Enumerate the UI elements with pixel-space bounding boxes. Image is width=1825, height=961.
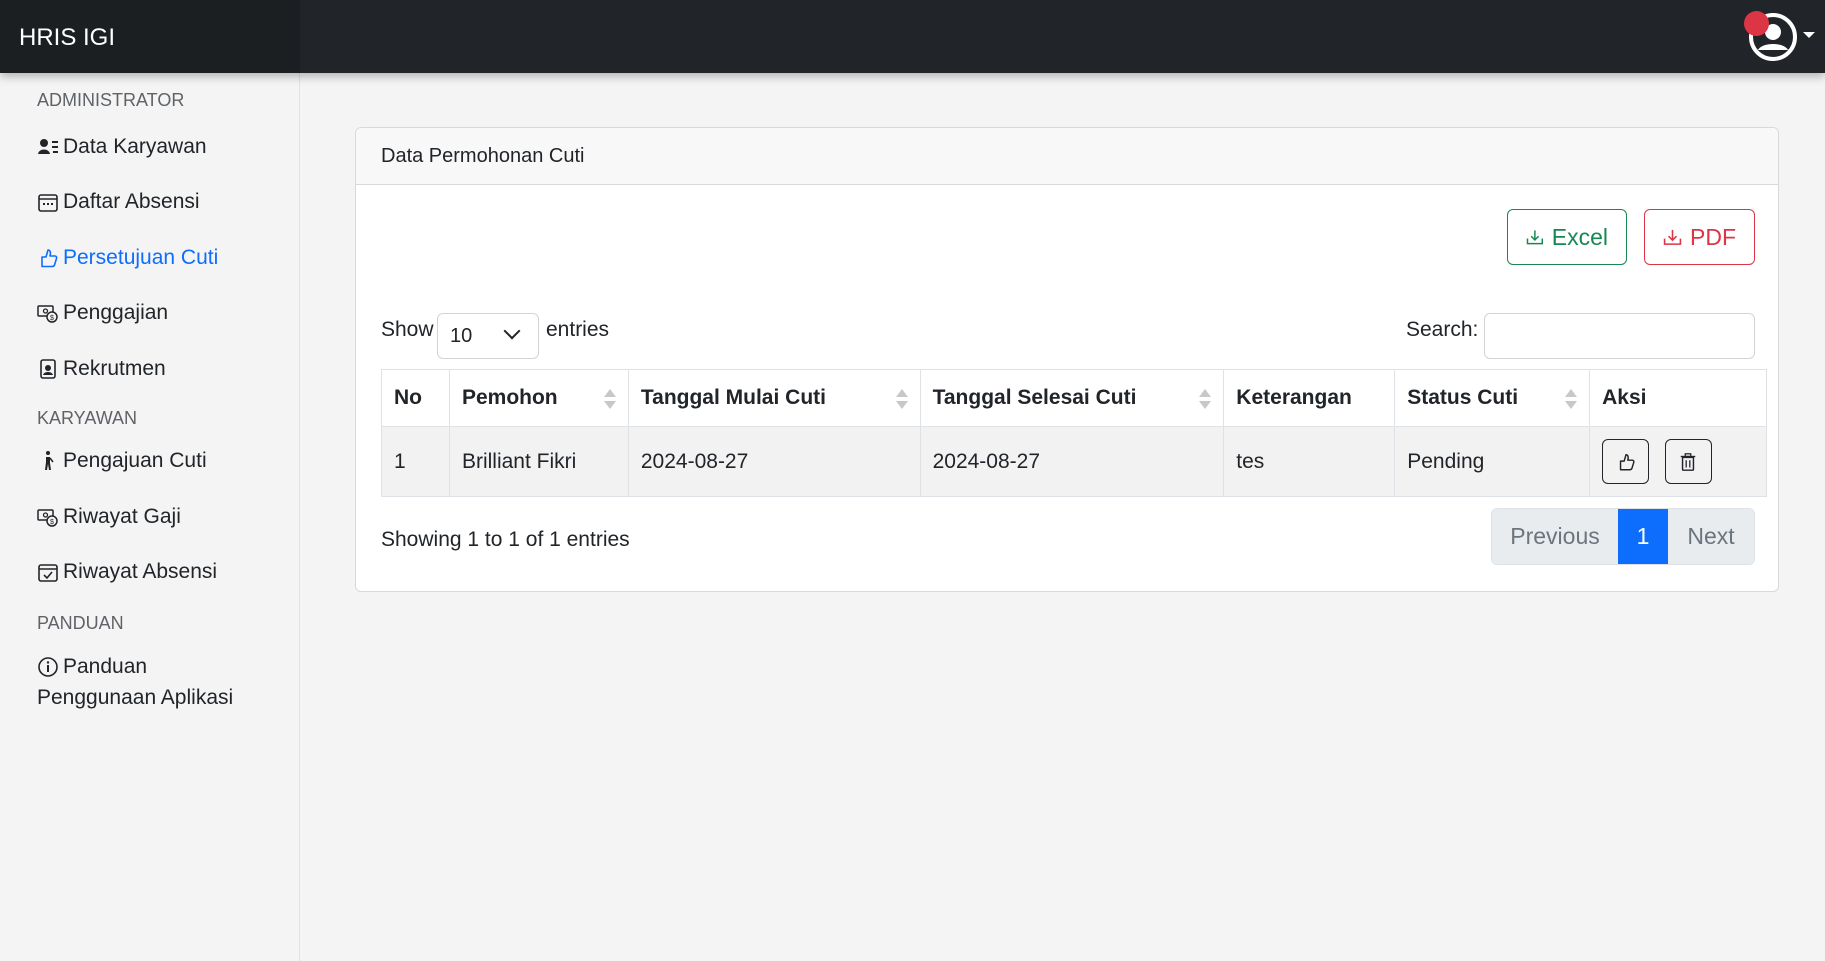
calendar-icon	[38, 194, 58, 212]
sidebar-item-penggajian[interactable]: $ Penggajian	[37, 301, 168, 325]
pagination: Previous 1 Next	[1491, 508, 1755, 565]
sidebar-item-label: Persetujuan Cuti	[63, 246, 219, 269]
pagination-page-1[interactable]: 1	[1618, 509, 1668, 564]
table-header-row: No Pemohon Tanggal Mulai Cuti Tanggal Se…	[381, 369, 1767, 427]
chevron-down-icon[interactable]	[1803, 32, 1815, 38]
download-icon	[1663, 229, 1682, 245]
cash-coin-icon: $	[37, 305, 58, 323]
sidebar-item-label: Panduan	[63, 655, 148, 678]
delete-button[interactable]	[1664, 439, 1712, 484]
pagination-previous[interactable]: Previous	[1492, 509, 1618, 564]
download-icon	[1526, 230, 1544, 245]
sidebar-item-label: Pengajuan Cuti	[63, 449, 207, 472]
app-brand[interactable]: HRIS IGI	[0, 0, 300, 73]
sidebar-item-label: Riwayat Gaji	[63, 505, 181, 528]
showing-info: Showing 1 to 1 of 1 entries	[381, 528, 630, 551]
sidebar-heading-karyawan: KARYAWAN	[37, 408, 138, 428]
column-header-keterangan[interactable]: Keterangan	[1223, 369, 1396, 427]
column-header-tanggal-mulai[interactable]: Tanggal Mulai Cuti	[627, 369, 921, 427]
sidebar-item-riwayat-absensi[interactable]: Riwayat Absensi	[37, 560, 217, 584]
table-row: 1 Brilliant Fikri 2024-08-27 2024-08-27 …	[381, 426, 1767, 497]
column-header-tanggal-selesai[interactable]: Tanggal Selesai Cuti	[919, 369, 1225, 427]
svg-text:$: $	[50, 315, 54, 322]
export-excel-button[interactable]: Excel	[1507, 209, 1627, 265]
sidebar-item-pengajuan-cuti[interactable]: Pengajuan Cuti	[37, 449, 207, 473]
export-pdf-button[interactable]: PDF	[1644, 209, 1755, 265]
svg-text:$: $	[50, 519, 54, 526]
pdf-label: PDF	[1690, 223, 1736, 250]
sort-icon	[603, 389, 616, 411]
entries-per-page-select[interactable]: 10	[437, 313, 539, 359]
sidebar-item-daftar-absensi[interactable]: Daftar Absensi	[37, 190, 200, 214]
sidebar-item-label: Rekrutmen	[63, 357, 166, 380]
sort-icon	[1199, 389, 1212, 411]
sidebar-item-data-karyawan[interactable]: Data Karyawan	[37, 135, 207, 159]
sidebar-heading-administrator: ADMINISTRATOR	[37, 90, 185, 110]
sidebar-item-label: Daftar Absensi	[63, 190, 200, 213]
search-input[interactable]	[1484, 313, 1755, 359]
top-navbar: HRIS IGI	[0, 0, 1825, 73]
sidebar-item-rekrutmen[interactable]: Rekrutmen	[37, 357, 166, 381]
pagination-next[interactable]: Next	[1668, 509, 1754, 564]
search-label: Search:	[1406, 318, 1479, 341]
cell-tanggal-mulai: 2024-08-27	[627, 426, 921, 497]
cell-aksi	[1589, 426, 1767, 497]
show-label: Show	[381, 318, 434, 341]
trash-icon	[1681, 452, 1696, 471]
sidebar-item-persetujuan-cuti[interactable]: Persetujuan Cuti	[37, 246, 218, 270]
cash-coin-icon: $	[37, 509, 58, 527]
calendar-check-icon	[38, 564, 58, 582]
cell-status-cuti: Pending	[1394, 426, 1591, 497]
sidebar: ADMINISTRATOR Data Karyawan Daftar Absen…	[0, 73, 300, 961]
column-header-aksi: Aksi	[1589, 369, 1767, 427]
leave-requests-card: Data Permohonan Cuti Excel PDF Show 10 e…	[355, 127, 1779, 592]
person-lines-icon	[38, 139, 58, 154]
chevron-down-icon	[503, 322, 521, 340]
sort-icon	[895, 389, 908, 411]
person-walking-icon	[45, 451, 54, 470]
notification-dot	[1744, 11, 1769, 36]
column-header-pemohon[interactable]: Pemohon	[448, 369, 629, 427]
leave-requests-table: No Pemohon Tanggal Mulai Cuti Tanggal Se…	[381, 369, 1767, 497]
card-title: Data Permohonan Cuti	[356, 128, 1778, 185]
cell-keterangan: tes	[1223, 426, 1396, 497]
info-circle-icon	[38, 656, 58, 677]
column-header-status-cuti[interactable]: Status Cuti	[1394, 369, 1591, 427]
sidebar-heading-panduan: PANDUAN	[37, 613, 124, 633]
thumbs-up-icon	[41, 249, 58, 268]
sidebar-item-label: Riwayat Absensi	[63, 560, 218, 583]
cell-pemohon: Brilliant Fikri	[448, 426, 629, 497]
sidebar-item-label-line2: Penggunaan Aplikasi	[37, 686, 234, 709]
sidebar-item-label: Penggajian	[63, 301, 169, 324]
sidebar-item-panduan[interactable]: Panduan Penggunaan Aplikasi	[37, 651, 287, 713]
entries-select-value: 10	[450, 325, 473, 347]
cell-tanggal-selesai: 2024-08-27	[919, 426, 1225, 497]
sidebar-item-label: Data Karyawan	[63, 135, 207, 158]
person-badge-icon	[40, 359, 56, 379]
sort-icon	[1565, 389, 1578, 411]
entries-label: entries	[546, 318, 610, 341]
excel-label: Excel	[1551, 223, 1608, 250]
approve-button[interactable]	[1602, 439, 1650, 484]
column-header-no[interactable]: No	[381, 369, 450, 427]
user-menu-dropdown[interactable]	[1735, 10, 1815, 64]
thumbs-up-icon	[1619, 453, 1635, 470]
cell-no: 1	[381, 426, 450, 497]
sidebar-item-riwayat-gaji[interactable]: $ Riwayat Gaji	[37, 505, 181, 529]
